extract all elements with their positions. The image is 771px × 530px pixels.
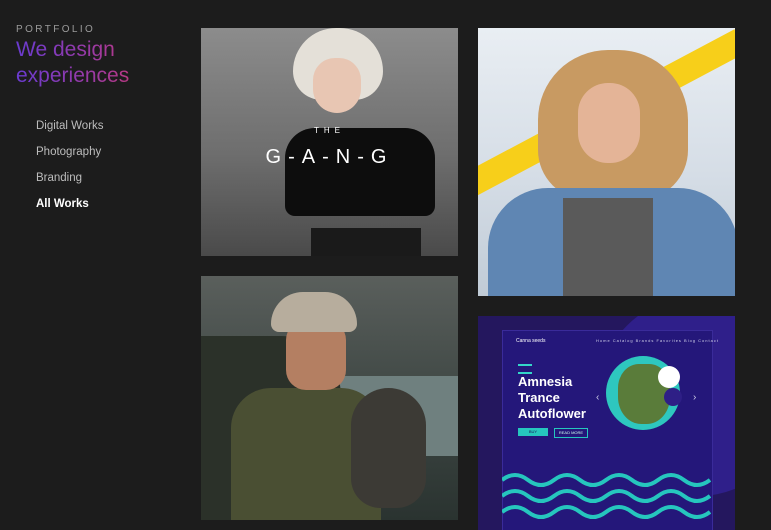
mockup-title-line-3: Autoflower [518, 406, 586, 421]
figure-cap [271, 292, 357, 332]
chevron-right-icon: › [693, 392, 697, 403]
figure-shirt [563, 198, 653, 296]
category-nav: Digital Works Photography Branding All W… [16, 113, 186, 217]
portfolio-tile-amnesia-web[interactable]: Canna seeds Home Catalog Brands Favorite… [478, 316, 735, 530]
sidebar: PORTFOLIO We design experiences Digital … [16, 24, 186, 217]
headline-line-2: experiences [16, 64, 130, 87]
mockup-wave-icon [518, 364, 532, 374]
nav-item-photography[interactable]: Photography [36, 139, 186, 165]
nav-item-digital-works[interactable]: Digital Works [36, 113, 186, 139]
portfolio-tile-falconer[interactable] [201, 276, 458, 520]
figure-face [313, 58, 361, 113]
figure-face [578, 83, 640, 163]
chevron-left-icon: ‹ [596, 392, 600, 403]
portfolio-tile-the-gang[interactable]: THE G-A-N-G [201, 28, 458, 256]
mockup-badge [658, 366, 680, 388]
portfolio-tile-denim-portrait[interactable] [478, 28, 735, 296]
mockup-badge-secondary [664, 388, 682, 406]
figure-top [285, 128, 435, 216]
falcon [351, 388, 426, 508]
mockup-title: Amnesia Trance Autoflower [518, 374, 586, 422]
figure-skirt [311, 228, 421, 256]
mockup-buy-button: BUY [518, 428, 548, 436]
portfolio-eyebrow: PORTFOLIO [16, 24, 96, 35]
mockup-menu: Home Catalog Brands Favorites Blog Conta… [596, 338, 719, 343]
mockup-brand: Canna seeds [516, 338, 546, 344]
nav-item-all-works[interactable]: All Works [36, 191, 186, 217]
headline: We design experiences [16, 37, 186, 89]
mockup-waves [502, 473, 711, 519]
mockup-readmore-button: READ MORE [554, 428, 588, 438]
nav-item-branding[interactable]: Branding [36, 165, 186, 191]
mockup-title-line-1: Amnesia [518, 374, 573, 389]
mockup-title-line-2: Trance [518, 390, 560, 405]
gang-title-the: THE [314, 126, 345, 135]
headline-line-1: We design [16, 38, 115, 61]
gang-title: G-A-N-G [265, 146, 394, 168]
